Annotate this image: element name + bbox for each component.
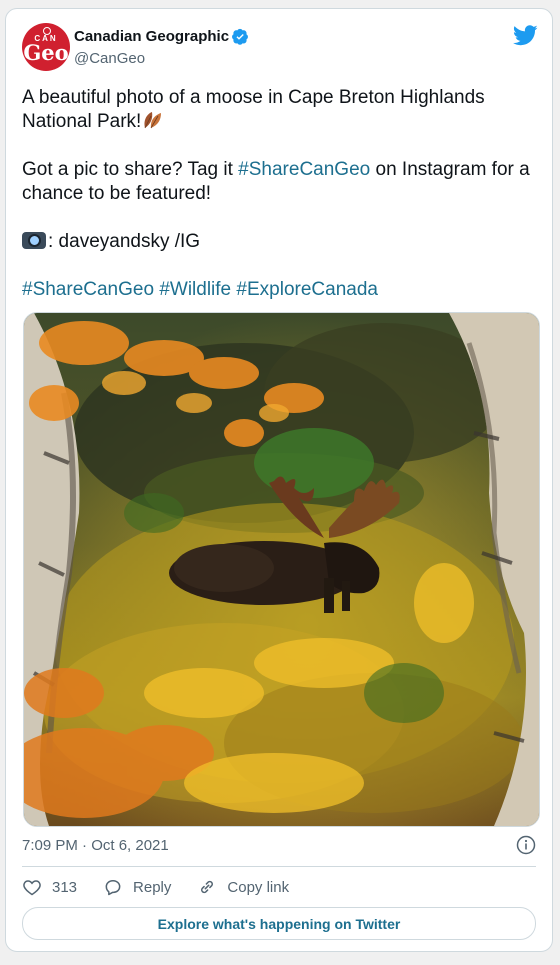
avatar-text-main: Geo: [23, 40, 69, 65]
copy-link-label: Copy link: [227, 878, 290, 896]
tweet-paragraph-3: : daveyandsky /IG: [22, 230, 532, 254]
author-handle[interactable]: @CanGeo: [74, 50, 145, 67]
hashtag-link[interactable]: #ShareCanGeo: [238, 159, 370, 180]
action-bar: 313 Reply Copy link: [22, 877, 315, 897]
tweet-text: A beautiful photo of a moose in Cape Bre…: [22, 86, 532, 326]
author-name-row[interactable]: Canadian Geographic: [74, 28, 249, 45]
tweet-paragraph-2: Got a pic to share? Tag it #ShareCanGeo …: [22, 158, 532, 206]
divider: [22, 866, 536, 867]
hashtag-link[interactable]: #ShareCanGeo: [22, 279, 154, 300]
reply-button[interactable]: Reply: [103, 877, 171, 897]
tweet-line-2-prefix: Got a pic to share? Tag it: [22, 159, 239, 180]
hashtag-link[interactable]: #Wildlife: [159, 279, 231, 300]
reply-bubble-icon: [105, 880, 121, 896]
twitter-bird-icon[interactable]: [513, 25, 538, 46]
moose-photo-image: [24, 313, 539, 826]
tweet-card: CAN Geo Canadian Geographic @CanGeo A be…: [5, 8, 553, 952]
tweet-timestamp[interactable]: 7:09 PM · Oct 6, 2021: [22, 837, 169, 854]
tweet-photo[interactable]: [23, 312, 540, 827]
tweet-paragraph-4: #ShareCanGeo #Wildlife #ExploreCanada: [22, 278, 532, 302]
author-name[interactable]: Canadian Geographic: [74, 28, 229, 45]
info-icon[interactable]: [516, 835, 536, 855]
copy-link-button[interactable]: Copy link: [197, 877, 289, 897]
link-icon: [201, 880, 214, 894]
like-count: 313: [52, 878, 78, 896]
reply-label: Reply: [133, 878, 172, 896]
fallen-leaves-emoji-icon: [144, 112, 162, 129]
camera-emoji-icon: [22, 232, 46, 249]
explore-twitter-button[interactable]: Explore what's happening on Twitter: [22, 907, 536, 940]
photo-credit: : daveyandsky /IG: [48, 231, 201, 252]
like-button[interactable]: 313: [22, 877, 77, 897]
hashtag-link[interactable]: #ExploreCanada: [236, 279, 378, 300]
verified-badge-icon: [232, 28, 248, 45]
tweet-paragraph-1: A beautiful photo of a moose in Cape Bre…: [22, 86, 532, 134]
avatar[interactable]: CAN Geo: [22, 23, 70, 71]
tweet-line-1: A beautiful photo of a moose in Cape Bre…: [22, 87, 485, 132]
heart-icon: [23, 880, 41, 896]
